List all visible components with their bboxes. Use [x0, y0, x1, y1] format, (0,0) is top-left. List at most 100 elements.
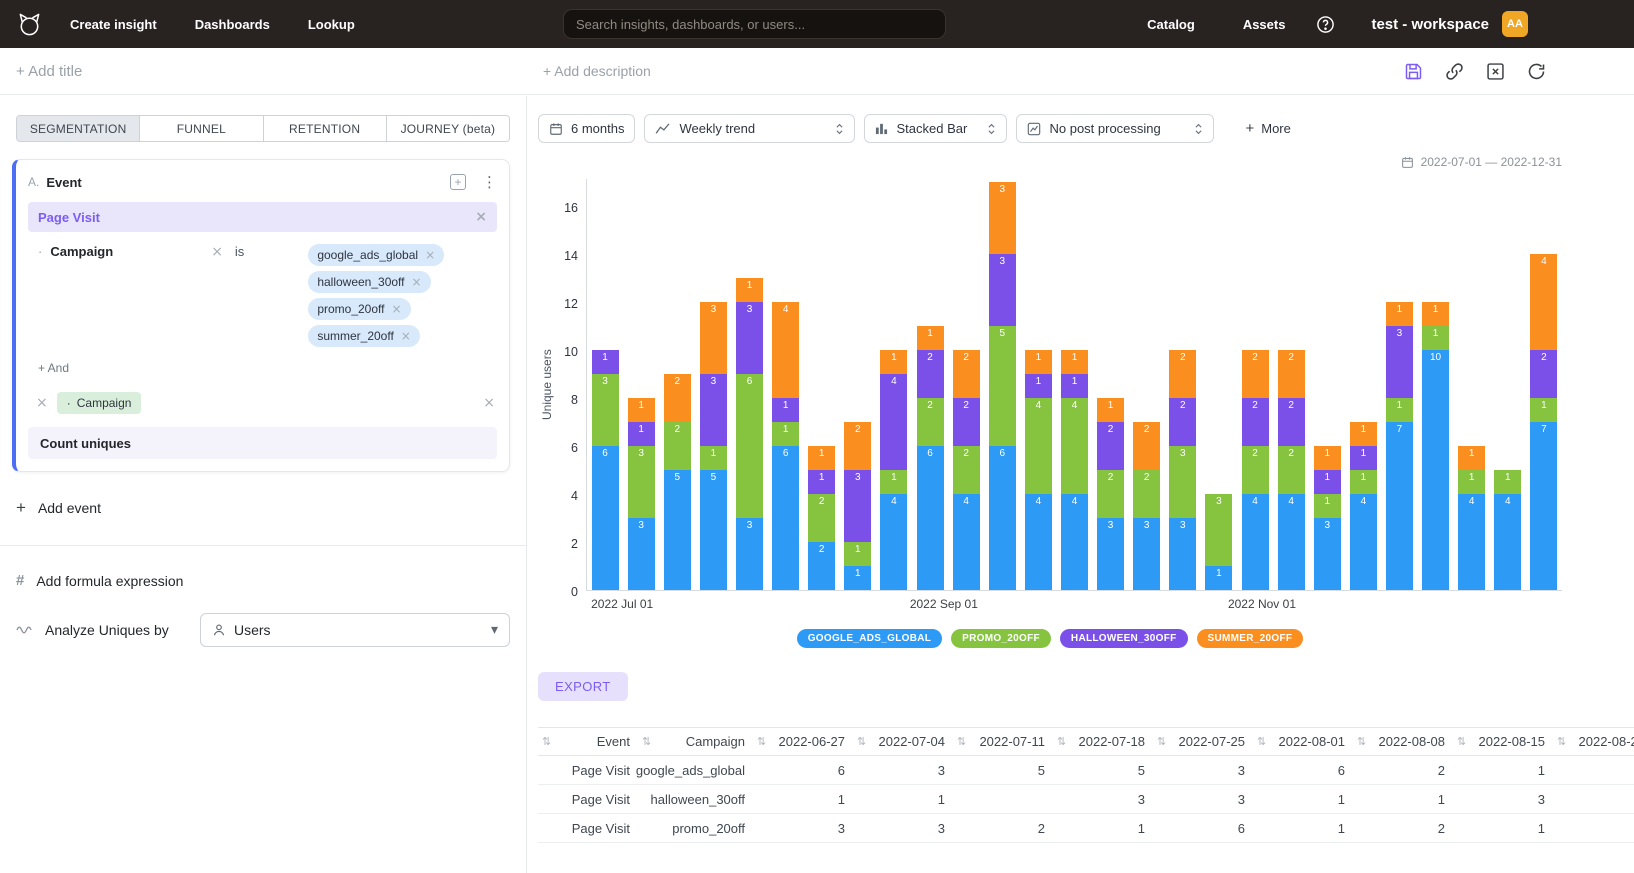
- segment-halloween_30off[interactable]: 2: [1278, 398, 1305, 446]
- help-icon[interactable]: [1316, 15, 1335, 34]
- breakdown-tag[interactable]: · Campaign: [57, 392, 142, 414]
- segment-halloween_30off[interactable]: 1: [772, 398, 799, 422]
- column-header-event[interactable]: ⇅Event: [538, 728, 638, 755]
- segment-promo_20off[interactable]: 1: [1350, 470, 1377, 494]
- column-header-2022-07-18[interactable]: ⇅2022-07-18: [1053, 728, 1153, 755]
- segment-google_ads_global[interactable]: 7: [1386, 422, 1413, 590]
- segment-summer_20off[interactable]: 1: [1386, 302, 1413, 326]
- segment-halloween_30off[interactable]: 2: [953, 398, 980, 446]
- segment-halloween_30off[interactable]: 4: [880, 374, 907, 470]
- segment-halloween_30off[interactable]: 2: [917, 350, 944, 398]
- segment-google_ads_global[interactable]: 4: [1350, 494, 1377, 590]
- segment-summer_20off[interactable]: 2: [664, 374, 691, 422]
- segment-promo_20off[interactable]: 1: [1386, 398, 1413, 422]
- segment-halloween_30off[interactable]: 3: [736, 302, 763, 374]
- add-filter-icon[interactable]: +: [450, 174, 466, 190]
- segment-halloween_30off[interactable]: 1: [808, 470, 835, 494]
- segment-promo_20off[interactable]: 4: [1025, 398, 1052, 494]
- segment-promo_20off[interactable]: 1: [1314, 494, 1341, 518]
- close-square-icon[interactable]: [1483, 59, 1507, 83]
- tab-journey[interactable]: JOURNEY (beta): [386, 116, 509, 141]
- legend-google_ads_global[interactable]: GOOGLE_ADS_GLOBAL: [797, 629, 942, 648]
- segment-summer_20off[interactable]: 4: [772, 302, 799, 398]
- segment-google_ads_global[interactable]: 4: [880, 494, 907, 590]
- tab-segmentation[interactable]: SEGMENTATION: [17, 116, 139, 141]
- column-header-2022-08-08[interactable]: ⇅2022-08-08: [1353, 728, 1453, 755]
- segment-summer_20off[interactable]: 1: [628, 398, 655, 422]
- avatar[interactable]: AA: [1502, 11, 1528, 37]
- segment-halloween_30off[interactable]: 1: [628, 422, 655, 446]
- segment-promo_20off[interactable]: 1: [1530, 398, 1557, 422]
- segment-google_ads_global[interactable]: 4: [1494, 494, 1521, 590]
- segment-promo_20off[interactable]: 3: [1205, 494, 1232, 566]
- segment-summer_20off[interactable]: 3: [989, 182, 1016, 254]
- chart-type-select[interactable]: Stacked Bar: [864, 114, 1007, 143]
- segment-summer_20off[interactable]: 1: [1350, 422, 1377, 446]
- tab-funnel[interactable]: FUNNEL: [139, 116, 262, 141]
- segment-promo_20off[interactable]: 2: [1097, 470, 1124, 518]
- segment-promo_20off[interactable]: 1: [1458, 470, 1485, 494]
- segment-summer_20off[interactable]: 1: [1314, 446, 1341, 470]
- segment-promo_20off[interactable]: 6: [736, 374, 763, 518]
- segment-halloween_30off[interactable]: 2: [1169, 398, 1196, 446]
- segment-google_ads_global[interactable]: 1: [844, 566, 871, 590]
- remove-breakdown-row-icon[interactable]: ×: [483, 395, 495, 411]
- segment-summer_20off[interactable]: 1: [736, 278, 763, 302]
- column-header-2022-08-22[interactable]: ⇅2022-08-22: [1553, 728, 1634, 755]
- segment-summer_20off[interactable]: 1: [1458, 446, 1485, 470]
- filter-value-tag[interactable]: google_ads_global×: [308, 244, 444, 266]
- nav-lookup[interactable]: Lookup: [308, 17, 355, 32]
- segment-promo_20off[interactable]: 2: [1242, 446, 1269, 494]
- segment-google_ads_global[interactable]: 4: [1278, 494, 1305, 590]
- segment-google_ads_global[interactable]: 2: [808, 542, 835, 590]
- aggregation-selector[interactable]: Count uniques: [28, 427, 497, 459]
- segment-promo_20off[interactable]: 3: [592, 374, 619, 446]
- analyze-by-select[interactable]: Users ▾: [200, 613, 510, 647]
- segment-promo_20off[interactable]: 3: [628, 446, 655, 518]
- segment-promo_20off[interactable]: 1: [1422, 326, 1449, 350]
- add-event-button[interactable]: + Add event: [16, 498, 526, 518]
- legend-summer_20off[interactable]: SUMMER_20OFF: [1197, 629, 1304, 648]
- segment-promo_20off[interactable]: 2: [664, 422, 691, 470]
- segment-halloween_30off[interactable]: 1: [592, 350, 619, 374]
- date-range-indicator[interactable]: 2022-07-01 — 2022-12-31: [538, 155, 1562, 169]
- segment-google_ads_global[interactable]: 1: [1205, 566, 1232, 590]
- remove-filter-value-icon[interactable]: ×: [425, 248, 435, 262]
- sort-icon[interactable]: ⇅: [857, 735, 866, 748]
- column-header-campaign[interactable]: ⇅Campaign: [638, 728, 753, 755]
- segment-promo_20off[interactable]: 1: [700, 446, 727, 470]
- segment-google_ads_global[interactable]: 3: [736, 518, 763, 590]
- segment-google_ads_global[interactable]: 4: [953, 494, 980, 590]
- legend-promo_20off[interactable]: PROMO_20OFF: [951, 629, 1051, 648]
- segment-halloween_30off[interactable]: 2: [1097, 422, 1124, 470]
- sort-icon[interactable]: ⇅: [1357, 735, 1366, 748]
- segment-promo_20off[interactable]: 2: [917, 398, 944, 446]
- segment-google_ads_global[interactable]: 4: [1458, 494, 1485, 590]
- segment-summer_20off[interactable]: 1: [808, 446, 835, 470]
- trend-select[interactable]: Weekly trend: [644, 114, 855, 143]
- segment-summer_20off[interactable]: 2: [844, 422, 871, 470]
- segment-summer_20off[interactable]: 2: [953, 350, 980, 398]
- link-icon[interactable]: [1442, 59, 1466, 83]
- sort-icon[interactable]: ⇅: [957, 735, 966, 748]
- sort-icon[interactable]: ⇅: [542, 735, 551, 748]
- nav-dashboards[interactable]: Dashboards: [195, 17, 270, 32]
- more-button[interactable]: + More: [1245, 120, 1290, 137]
- column-header-2022-08-01[interactable]: ⇅2022-08-01: [1253, 728, 1353, 755]
- date-range-button[interactable]: 6 months: [538, 114, 635, 143]
- export-button[interactable]: EXPORT: [538, 672, 628, 701]
- segment-google_ads_global[interactable]: 4: [1025, 494, 1052, 590]
- segment-promo_20off[interactable]: 1: [844, 542, 871, 566]
- segment-promo_20off[interactable]: 1: [1494, 470, 1521, 494]
- segment-halloween_30off[interactable]: 3: [844, 470, 871, 542]
- nav-assets[interactable]: Assets: [1243, 17, 1286, 32]
- filter-value-tag[interactable]: halloween_30off×: [308, 271, 430, 293]
- remove-filter-value-icon[interactable]: ×: [401, 329, 411, 343]
- segment-promo_20off[interactable]: 2: [1278, 446, 1305, 494]
- segment-google_ads_global[interactable]: 6: [989, 446, 1016, 590]
- refresh-icon[interactable]: [1524, 59, 1548, 83]
- global-search-input[interactable]: [563, 9, 946, 39]
- segment-promo_20off[interactable]: 3: [1169, 446, 1196, 518]
- segment-google_ads_global[interactable]: 6: [772, 446, 799, 590]
- add-and-condition[interactable]: + And: [38, 361, 497, 375]
